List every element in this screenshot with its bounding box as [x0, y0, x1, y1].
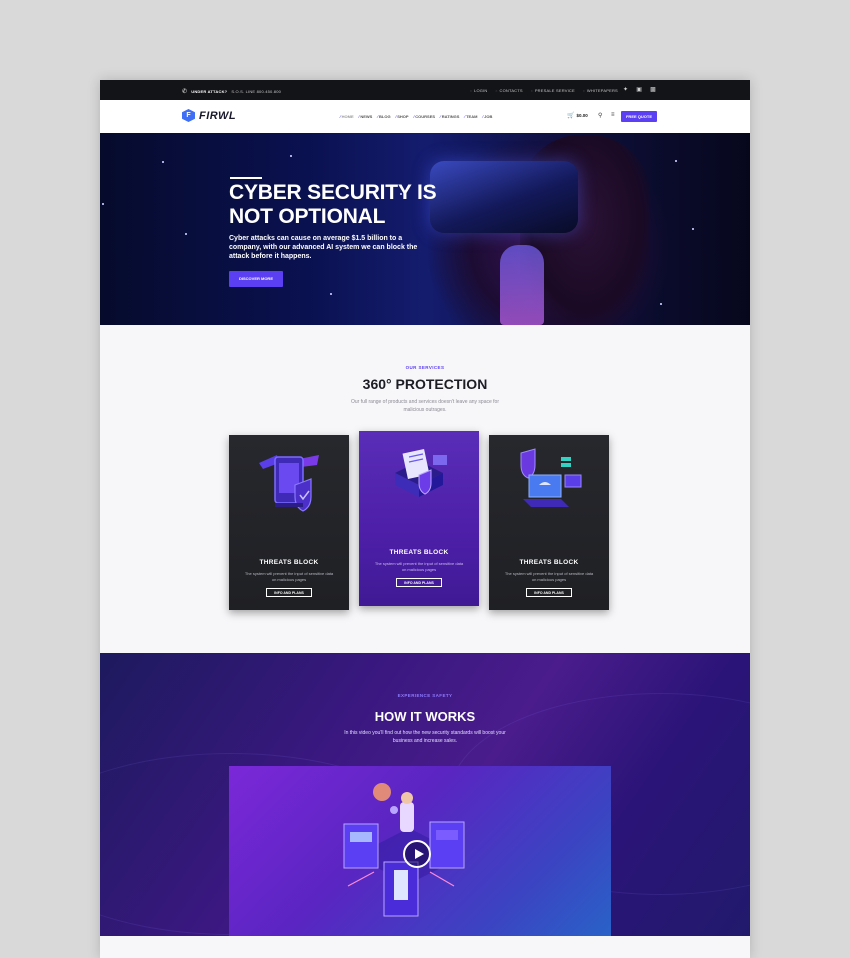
card-title: THREATS BLOCK: [259, 559, 319, 566]
star-dot: [290, 155, 292, 157]
logo-hex-icon: F: [182, 109, 195, 122]
alert-label: UNDER ATTACK?: [191, 89, 228, 94]
card-title: THREATS BLOCK: [389, 549, 449, 556]
hero-section: CYBER SECURITY IS NOT OPTIONAL Cyber att…: [100, 133, 750, 325]
top-link-login[interactable]: LOGIN: [470, 88, 487, 93]
play-button[interactable]: [403, 840, 431, 868]
logo[interactable]: F FIRWL: [182, 109, 236, 122]
star-dot: [102, 203, 104, 205]
how-eyebrow: EXPERIENCE SAFETY: [397, 693, 453, 698]
card-description: The system will prevent the input of sen…: [244, 571, 334, 582]
how-it-works-section: EXPERIENCE SAFETY HOW IT WORKS In this v…: [100, 653, 750, 936]
top-link-contacts[interactable]: CONTACTS: [495, 88, 522, 93]
service-card[interactable]: THREATS BLOCK The system will prevent th…: [489, 435, 609, 610]
menu-item-news[interactable]: NEWS: [359, 114, 372, 119]
card-title: THREATS BLOCK: [519, 559, 579, 566]
facebook-icon[interactable]: ▩: [650, 86, 656, 93]
alert-phone: S.O.S. LINE 800.450.800: [231, 89, 282, 94]
cart[interactable]: 🛒 $0.00: [567, 112, 588, 119]
card-description: The system will prevent the input of sen…: [374, 561, 464, 572]
top-bar: ✆ UNDER ATTACK? S.O.S. LINE 800.450.800 …: [100, 80, 750, 102]
twitter-icon[interactable]: ✦: [623, 86, 628, 93]
menu-item-ratings[interactable]: RATINGS: [440, 114, 460, 119]
cart-total: $0.00: [576, 113, 588, 118]
how-description: In this video you'll find out how the ne…: [344, 730, 506, 744]
how-title: HOW IT WORKS: [374, 709, 476, 724]
top-link-presale[interactable]: PRESALE SERVICE: [531, 88, 575, 93]
menu-icon[interactable]: ≡: [611, 112, 615, 118]
star-dot: [330, 293, 332, 295]
sos-line[interactable]: ✆ UNDER ATTACK? S.O.S. LINE 800.450.800: [182, 88, 281, 95]
hero-text: Cyber attacks can cause on average $1.5 …: [229, 235, 418, 260]
top-link-whitepapers[interactable]: WHITEPAPERS: [583, 88, 618, 93]
service-card[interactable]: THREATS BLOCK The system will prevent th…: [359, 431, 479, 606]
cart-icon: 🛒: [567, 113, 575, 119]
menu-item-home[interactable]: HOME: [340, 114, 354, 119]
hero-rule: [230, 177, 262, 179]
star-dot: [692, 228, 694, 230]
discover-more-button[interactable]: DISCOVER MORE: [229, 271, 283, 287]
laptop-shield-icon: [520, 448, 582, 507]
phone-icon: ✆: [182, 89, 188, 95]
search-icon[interactable]: ⚲: [598, 112, 602, 119]
logo-text: FIRWL: [199, 109, 237, 122]
info-and-plans-button[interactable]: INFO AND PLANS: [526, 588, 572, 597]
star-dot: [675, 160, 677, 162]
free-quote-button[interactable]: FREE QUOTE: [621, 111, 657, 122]
services-description: Our full range of products and services …: [351, 399, 499, 413]
vr-headset-image: [430, 161, 578, 233]
main-nav: F FIRWL HOME NEWS BLOG SHOP COURSES RATI…: [100, 100, 750, 134]
menu-item-courses[interactable]: COURSES: [414, 114, 435, 119]
services-title: 360° PROTECTION: [362, 376, 488, 392]
menu-item-job[interactable]: JOB: [482, 114, 492, 119]
instagram-icon[interactable]: ▣: [636, 86, 642, 93]
top-links: LOGIN CONTACTS PRESALE SERVICE WHITEPAPE…: [470, 88, 618, 93]
main-menu: HOME NEWS BLOG SHOP COURSES RATINGS TEAM…: [340, 114, 493, 119]
services-eyebrow: OUR SERVICES: [405, 365, 445, 370]
service-card[interactable]: THREATS BLOCK The system will prevent th…: [229, 435, 349, 610]
phone-shield-icon: [259, 455, 319, 512]
menu-item-shop[interactable]: SHOP: [396, 114, 408, 119]
info-and-plans-button[interactable]: INFO AND PLANS: [396, 578, 442, 587]
menu-item-team[interactable]: TEAM: [464, 114, 477, 119]
hand-image: [500, 245, 544, 325]
info-and-plans-button[interactable]: INFO AND PLANS: [266, 588, 312, 597]
social-links: ✦ ▣ ▩: [623, 86, 656, 93]
services-section: OUR SERVICES 360° PROTECTION Our full ra…: [100, 325, 750, 653]
card-description: The system will prevent the input of sen…: [504, 571, 594, 582]
video-player[interactable]: [229, 766, 611, 936]
star-dot: [185, 233, 187, 235]
browser-page: ✆ UNDER ATTACK? S.O.S. LINE 800.450.800 …: [100, 80, 750, 958]
menu-item-blog[interactable]: BLOG: [377, 114, 391, 119]
hero-title: CYBER SECURITY IS NOT OPTIONAL: [229, 181, 437, 228]
email-shield-icon: [395, 448, 447, 497]
star-dot: [162, 161, 164, 163]
